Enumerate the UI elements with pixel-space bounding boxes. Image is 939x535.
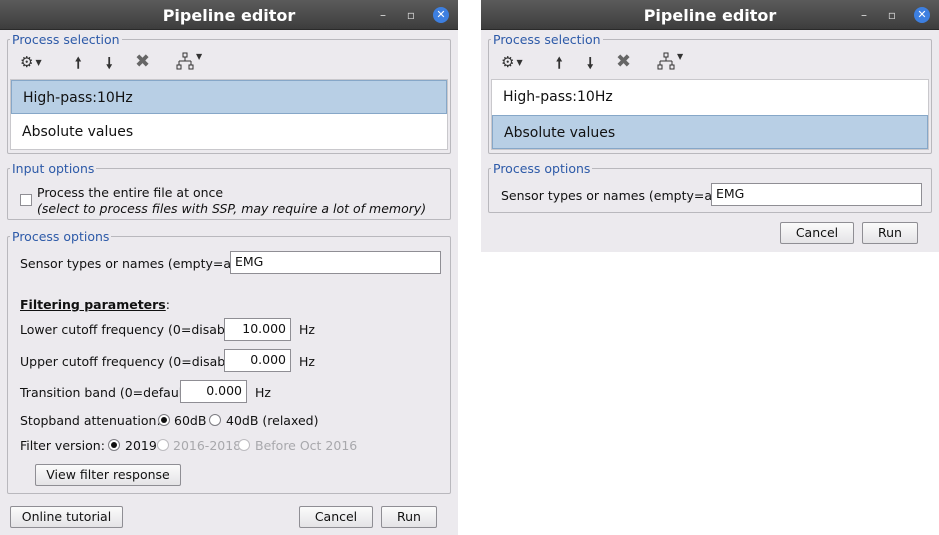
version-before-oct-2016-label: Before Oct 2016 <box>255 438 358 453</box>
process-entire-file-checkbox[interactable] <box>20 194 32 206</box>
upper-cutoff-label: Upper cutoff frequency (0=disable): <box>20 354 246 369</box>
filter-version-label: Filter version: <box>20 438 105 453</box>
process-list: High-pass:10Hz Absolute values <box>491 79 929 150</box>
pipeline-editor-window-right: Pipeline editor – ▫ ✕ Process selection … <box>481 0 939 252</box>
version-2016-2018-radio[interactable] <box>157 439 169 451</box>
lower-cutoff-label: Lower cutoff frequency (0=disable): <box>20 322 246 337</box>
run-button[interactable]: Run <box>381 506 437 528</box>
process-entire-file-hint: (select to process files with SSP, may r… <box>37 201 427 216</box>
close-icon[interactable]: ✕ <box>433 7 449 23</box>
process-item-high-pass[interactable]: High-pass:10Hz <box>11 80 447 114</box>
tree-icon[interactable]: ▼ <box>657 52 683 74</box>
sensor-types-label: Sensor types or names (empty=all): <box>501 188 729 203</box>
gear-icon[interactable]: ⚙ ▼ <box>20 53 42 71</box>
close-icon[interactable]: ✕ <box>914 7 930 23</box>
filtering-parameters-text: Filtering parameters <box>20 297 166 312</box>
minimize-icon[interactable]: – <box>375 7 391 23</box>
title-bar[interactable]: Pipeline editor – ▫ ✕ <box>0 0 458 30</box>
upper-cutoff-unit: Hz <box>299 354 315 369</box>
process-selection-legend: Process selection <box>12 32 120 47</box>
stopband-40db-label: 40dB (relaxed) <box>226 413 319 428</box>
process-entire-file-label: Process the entire file at once <box>37 185 224 200</box>
version-before-oct-2016-radio[interactable] <box>238 439 250 451</box>
cancel-button[interactable]: Cancel <box>299 506 373 528</box>
upper-cutoff-input[interactable]: 0.000 <box>224 349 291 372</box>
arrow-up-icon[interactable]: 🠕 <box>556 53 562 78</box>
title-bar[interactable]: Pipeline editor – ▫ ✕ <box>481 0 939 30</box>
process-options-legend: Process options <box>12 229 110 244</box>
sensor-types-input[interactable]: EMG <box>711 183 922 206</box>
online-tutorial-button[interactable]: Online tutorial <box>10 506 123 528</box>
pipeline-editor-window-left: Pipeline editor – ▫ ✕ Process selection … <box>0 0 458 535</box>
stopband-40db-radio[interactable] <box>209 414 221 426</box>
sensor-types-label: Sensor types or names (empty=all): <box>20 256 248 271</box>
arrow-up-icon[interactable]: 🠕 <box>75 53 81 78</box>
filtering-parameters-colon: : <box>165 297 170 312</box>
view-filter-response-button[interactable]: View filter response <box>35 464 181 486</box>
version-2019-label: 2019 <box>125 438 157 453</box>
lower-cutoff-unit: Hz <box>299 322 315 337</box>
restore-icon[interactable]: ▫ <box>884 7 900 23</box>
transition-band-unit: Hz <box>255 385 271 400</box>
gear-icon[interactable]: ⚙ ▼ <box>501 53 523 71</box>
process-item-absolute-values[interactable]: Absolute values <box>11 115 447 149</box>
version-2019-radio[interactable] <box>108 439 120 451</box>
stopband-60db-label: 60dB <box>174 413 207 428</box>
process-item-high-pass[interactable]: High-pass:10Hz <box>492 80 928 114</box>
stopband-60db-radio[interactable] <box>158 414 170 426</box>
cancel-button[interactable]: Cancel <box>780 222 854 244</box>
arrow-down-icon[interactable]: 🠗 <box>106 53 112 78</box>
filtering-parameters-heading: Filtering parameters: <box>20 297 170 312</box>
lower-cutoff-input[interactable]: 10.000 <box>224 318 291 341</box>
process-selection-legend: Process selection <box>493 32 601 47</box>
stopband-attenuation-label: Stopband attenuation: <box>20 413 161 428</box>
delete-icon[interactable]: ✖ <box>135 51 150 72</box>
arrow-down-icon[interactable]: 🠗 <box>587 53 593 78</box>
restore-icon[interactable]: ▫ <box>403 7 419 23</box>
tree-icon[interactable]: ▼ <box>176 52 202 74</box>
input-options-legend: Input options <box>12 161 95 176</box>
process-list: High-pass:10Hz Absolute values <box>10 79 448 150</box>
transition-band-input[interactable]: 0.000 <box>180 380 247 403</box>
transition-band-label: Transition band (0=default): <box>20 385 197 400</box>
process-options-legend: Process options <box>493 161 591 176</box>
version-2016-2018-label: 2016-2018 <box>173 438 242 453</box>
run-button[interactable]: Run <box>862 222 918 244</box>
delete-icon[interactable]: ✖ <box>616 51 631 72</box>
minimize-icon[interactable]: – <box>856 7 872 23</box>
sensor-types-input[interactable]: EMG <box>230 251 441 274</box>
process-item-absolute-values[interactable]: Absolute values <box>492 115 928 149</box>
